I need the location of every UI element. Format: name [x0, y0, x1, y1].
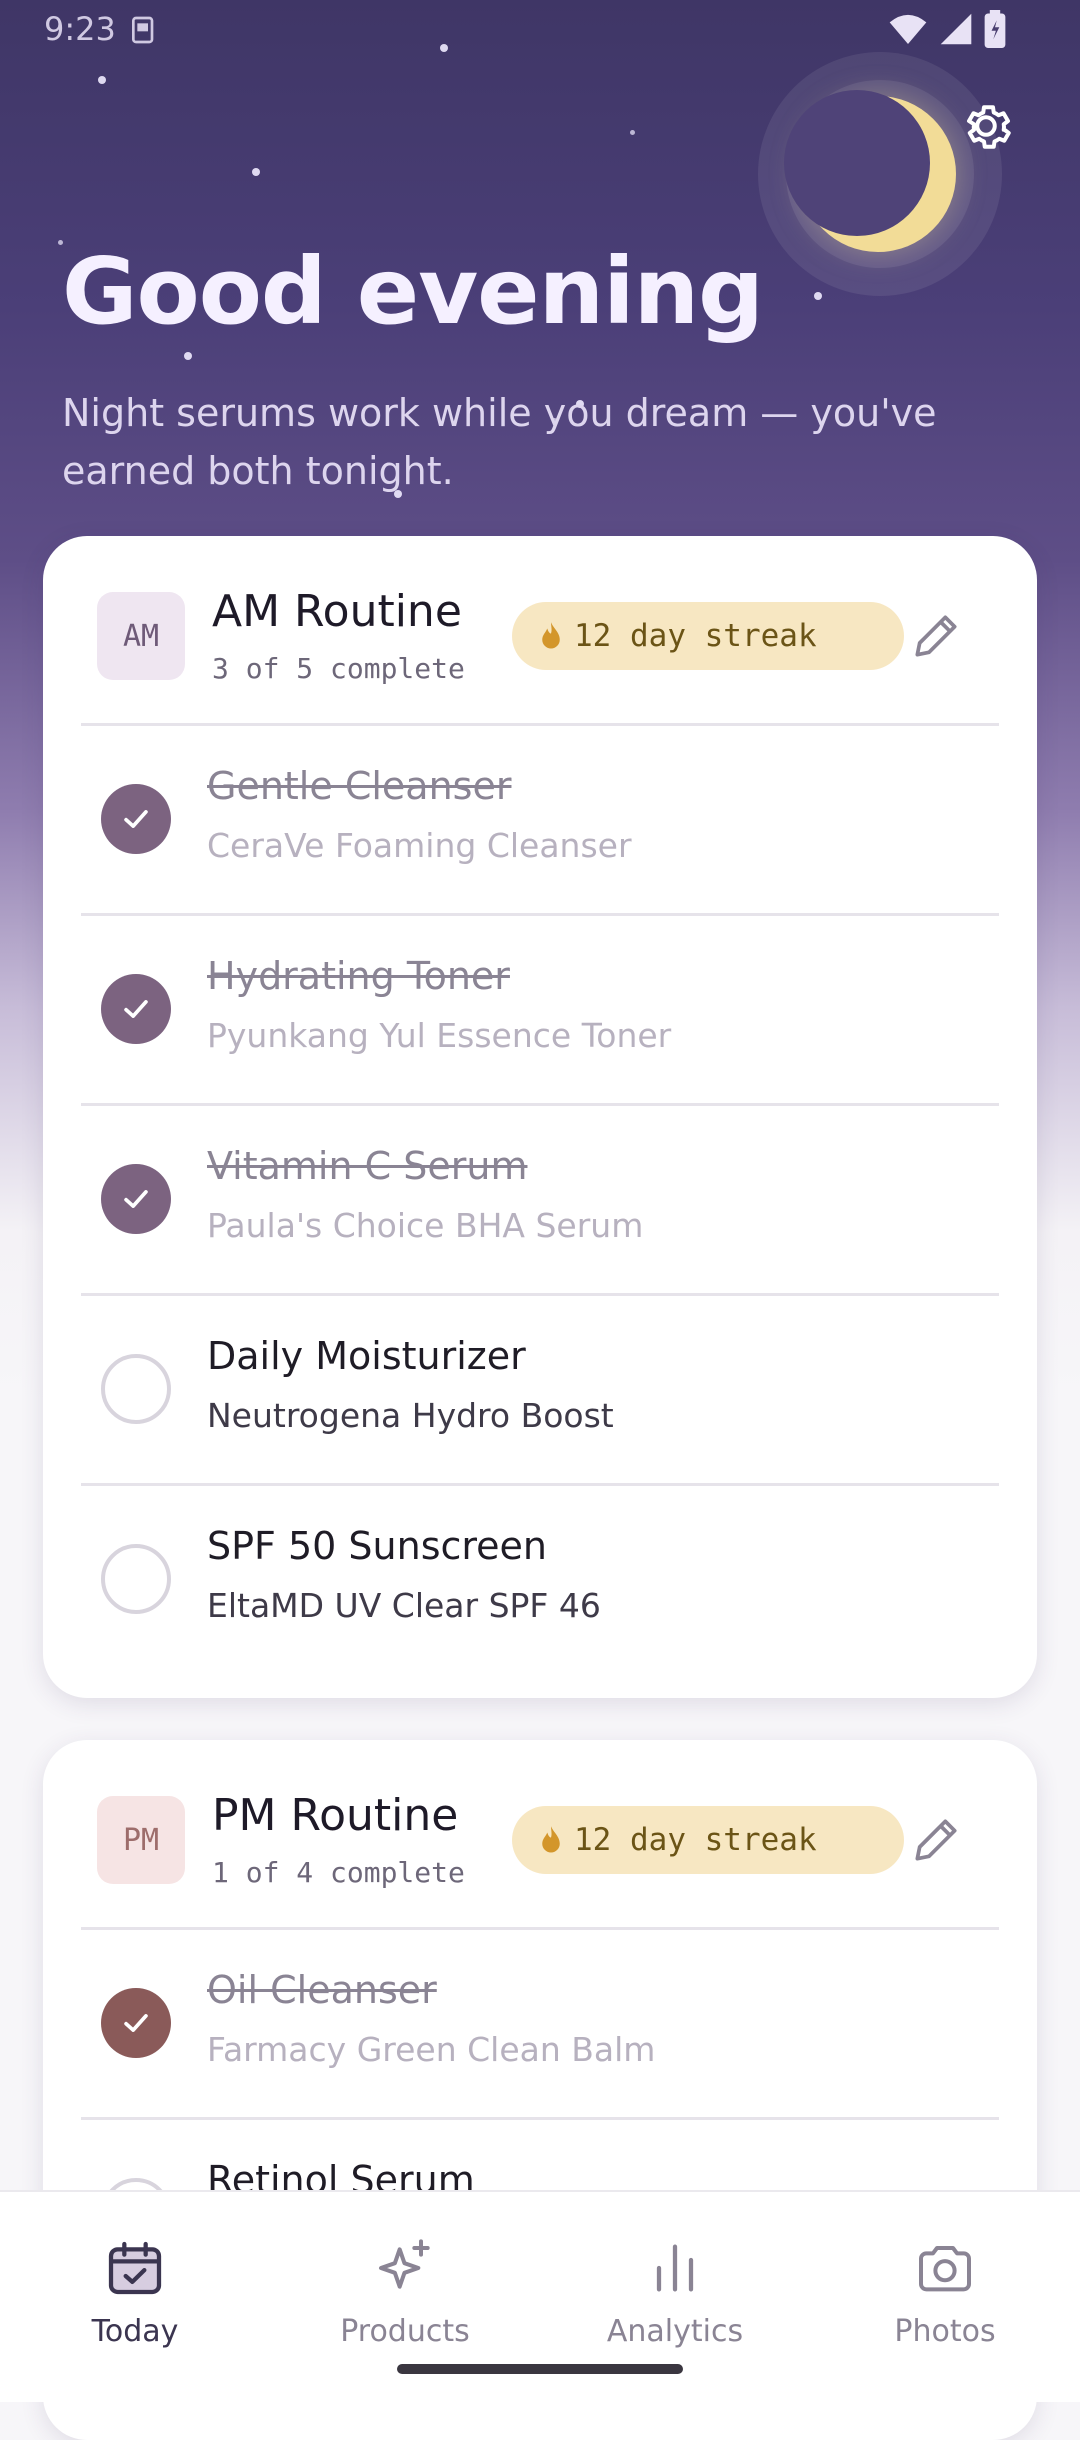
- checkbox-unchecked[interactable]: [101, 1354, 171, 1424]
- nav-item-photos[interactable]: Photos: [810, 2192, 1080, 2402]
- streak-badge: 12 day streak: [512, 602, 904, 670]
- star-decoration: [252, 168, 260, 176]
- settings-gear-icon[interactable]: [956, 96, 1016, 156]
- routine-badge: AM: [97, 592, 185, 680]
- flame-icon: [542, 1826, 560, 1853]
- checkmark-icon: [124, 810, 148, 828]
- routine-item[interactable]: Gentle Cleanser CeraVe Foaming Cleanser: [43, 726, 1037, 916]
- checkbox-checked[interactable]: [101, 784, 171, 854]
- routine-item[interactable]: SPF 50 Sunscreen EltaMD UV Clear SPF 46: [43, 1486, 1037, 1676]
- checkbox-unchecked[interactable]: [101, 1544, 171, 1614]
- bar-chart-icon: [656, 2244, 694, 2292]
- routine-header: AM AM Routine 3 of 5 complete 12 day str…: [43, 536, 1037, 726]
- status-bar: 9:23: [0, 0, 1080, 60]
- greeting-subtitle: Night serums work while you dream — you'…: [62, 391, 937, 493]
- routine-item[interactable]: Hydrating Toner Pyunkang Yul Essence Ton…: [43, 916, 1037, 1106]
- edit-pencil-icon[interactable]: [908, 1812, 964, 1868]
- routine-progress: 3 of 5 complete: [212, 652, 465, 685]
- nav-label: Products: [340, 2314, 470, 2349]
- item-product: CeraVe Foaming Cleanser: [207, 826, 632, 865]
- nav-label: Photos: [894, 2314, 996, 2349]
- moon-shadow: [784, 90, 930, 236]
- nav-label: Analytics: [606, 2314, 744, 2349]
- routine-title: PM Routine: [212, 1790, 459, 1841]
- checkmark-icon: [124, 2014, 148, 2032]
- item-product: Paula's Choice BHA Serum: [207, 1206, 644, 1245]
- routine-header: PM PM Routine 1 of 4 complete 12 day str…: [43, 1740, 1037, 1930]
- routine-item[interactable]: Daily Moisturizer Neutrogena Hydro Boost: [43, 1296, 1037, 1486]
- checkmark-icon: [124, 1190, 148, 1208]
- page-title: Good evening: [62, 238, 764, 345]
- am-routine-card: AM AM Routine 3 of 5 complete 12 day str…: [43, 536, 1037, 1698]
- routine-progress: 1 of 4 complete: [212, 1856, 465, 1889]
- wifi-icon: [889, 14, 927, 45]
- nav-item-today[interactable]: Today: [0, 2192, 270, 2402]
- streak-label: 12 day streak: [574, 618, 817, 654]
- item-product: Farmacy Green Clean Balm: [207, 2030, 656, 2069]
- flame-icon: [542, 622, 560, 649]
- signal-icon: [940, 13, 972, 45]
- checkbox-checked[interactable]: [101, 1988, 171, 2058]
- checkbox-checked[interactable]: [101, 974, 171, 1044]
- routine-badge: PM: [97, 1796, 185, 1884]
- star-decoration: [184, 352, 192, 360]
- item-product: Neutrogena Hydro Boost: [207, 1396, 614, 1435]
- item-name: Oil Cleanser: [207, 1968, 437, 2012]
- streak-badge: 12 day streak: [512, 1806, 904, 1874]
- battery-icon: [984, 10, 1006, 48]
- star-decoration: [630, 130, 635, 135]
- streak-label: 12 day streak: [574, 1822, 817, 1858]
- item-name: SPF 50 Sunscreen: [207, 1524, 548, 1568]
- item-name: Gentle Cleanser: [207, 764, 512, 808]
- sim-card-icon: [132, 16, 154, 44]
- star-decoration: [98, 76, 106, 84]
- home-indicator[interactable]: [397, 2364, 683, 2374]
- item-product: EltaMD UV Clear SPF 46: [207, 1586, 601, 1625]
- item-product: Pyunkang Yul Essence Toner: [207, 1016, 672, 1055]
- routine-title: AM Routine: [212, 586, 462, 637]
- sparkle-icon: [379, 2239, 430, 2289]
- routine-item[interactable]: Oil Cleanser Farmacy Green Clean Balm: [43, 1930, 1037, 2120]
- checkmark-icon: [124, 1000, 148, 1018]
- routine-item[interactable]: Vitamin C Serum Paula's Choice BHA Serum: [43, 1106, 1037, 1296]
- checkbox-checked[interactable]: [101, 1164, 171, 1234]
- camera-icon: [919, 2246, 971, 2292]
- calendar-check-icon: [108, 2241, 162, 2295]
- nav-label: Today: [91, 2314, 179, 2349]
- edit-pencil-icon[interactable]: [908, 608, 964, 664]
- item-name: Hydrating Toner: [207, 954, 510, 998]
- item-name: Vitamin C Serum: [207, 1144, 528, 1188]
- status-time: 9:23: [44, 10, 116, 48]
- item-name: Daily Moisturizer: [207, 1334, 526, 1378]
- star-decoration: [814, 292, 822, 300]
